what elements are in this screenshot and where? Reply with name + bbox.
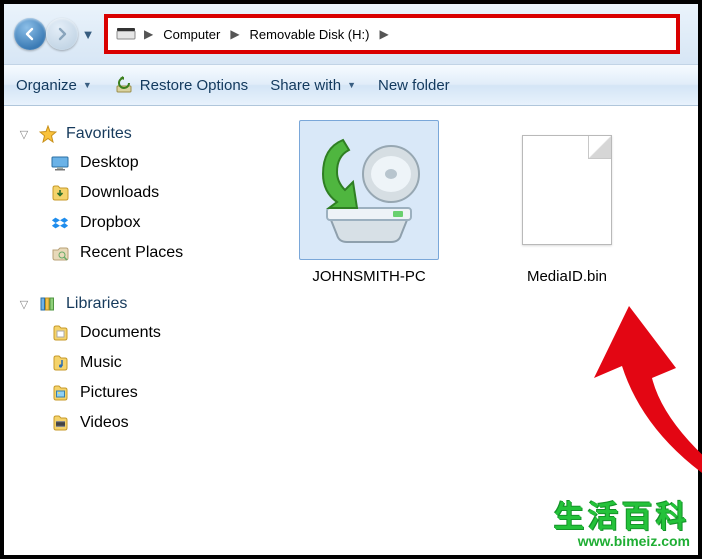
annotation-arrow: [594, 306, 702, 536]
navigation-pane: ▽ Favorites Desktop Downloads Dropbox Re…: [4, 106, 274, 555]
backup-drive-icon: [299, 120, 439, 260]
sidebar-item-label: Dropbox: [80, 214, 140, 232]
collapse-icon[interactable]: ▽: [18, 128, 30, 141]
favorites-label: Favorites: [66, 125, 132, 143]
organize-label: Organize: [16, 77, 77, 94]
file-item-mediaid[interactable]: MediaID.bin: [482, 120, 652, 286]
sidebar-item-label: Videos: [80, 414, 129, 432]
file-icon: [497, 120, 637, 260]
breadcrumb-computer[interactable]: Computer: [159, 25, 224, 44]
new-folder-label: New folder: [378, 77, 450, 94]
chevron-down-icon: ▼: [83, 80, 92, 90]
back-button[interactable]: [14, 18, 46, 50]
restore-icon: [114, 75, 134, 95]
restore-options-button[interactable]: Restore Options: [114, 75, 248, 95]
breadcrumb-separator[interactable]: ▶: [138, 27, 159, 41]
file-item-backup-folder[interactable]: JOHNSMITH-PC: [284, 120, 454, 286]
address-bar[interactable]: ▶ Computer ▶ Removable Disk (H:) ▶: [104, 14, 680, 54]
pictures-icon: [50, 383, 70, 403]
file-view[interactable]: JOHNSMITH-PC MediaID.bin: [274, 106, 698, 555]
sidebar-item-documents[interactable]: Documents: [16, 318, 268, 348]
file-label: MediaID.bin: [482, 268, 652, 286]
dropbox-icon: [50, 213, 70, 233]
chevron-down-icon: ▼: [347, 80, 356, 90]
sidebar-item-label: Documents: [80, 324, 161, 342]
sidebar-item-label: Downloads: [80, 184, 159, 202]
favorites-header[interactable]: ▽ Favorites: [16, 120, 268, 148]
organize-menu[interactable]: Organize ▼: [16, 77, 92, 94]
sidebar-item-recent-places[interactable]: Recent Places: [16, 238, 268, 268]
command-bar: Organize ▼ Restore Options Share with ▼ …: [4, 64, 698, 106]
nav-history-dropdown[interactable]: ▼: [80, 24, 96, 44]
navigation-bar: ▼ ▶ Computer ▶ Removable Disk (H:) ▶: [4, 4, 698, 64]
main-area: ▽ Favorites Desktop Downloads Dropbox Re…: [4, 106, 698, 555]
desktop-icon: [50, 153, 70, 173]
restore-label: Restore Options: [140, 77, 248, 94]
new-folder-button[interactable]: New folder: [378, 77, 450, 94]
sidebar-item-label: Pictures: [80, 384, 138, 402]
videos-icon: [50, 413, 70, 433]
breadcrumb-location[interactable]: Removable Disk (H:): [246, 25, 374, 44]
sidebar-item-label: Desktop: [80, 154, 139, 172]
sidebar-item-label: Music: [80, 354, 122, 372]
breadcrumb-separator[interactable]: ▶: [224, 27, 245, 41]
sidebar-item-pictures[interactable]: Pictures: [16, 378, 268, 408]
libraries-header[interactable]: ▽ Libraries: [16, 290, 268, 318]
sidebar-item-desktop[interactable]: Desktop: [16, 148, 268, 178]
music-icon: [50, 353, 70, 373]
sidebar-item-dropbox[interactable]: Dropbox: [16, 208, 268, 238]
file-label: JOHNSMITH-PC: [284, 268, 454, 286]
share-label: Share with: [270, 77, 341, 94]
sidebar-item-label: Recent Places: [80, 244, 183, 262]
libraries-icon: [38, 294, 58, 314]
documents-icon: [50, 323, 70, 343]
libraries-label: Libraries: [66, 295, 127, 313]
sidebar-item-videos[interactable]: Videos: [16, 408, 268, 438]
star-icon: [38, 124, 58, 144]
forward-button[interactable]: [46, 18, 78, 50]
sidebar-item-downloads[interactable]: Downloads: [16, 178, 268, 208]
breadcrumb-separator[interactable]: ▶: [373, 27, 394, 41]
share-with-menu[interactable]: Share with ▼: [270, 77, 356, 94]
drive-icon: [116, 27, 138, 41]
sidebar-item-music[interactable]: Music: [16, 348, 268, 378]
collapse-icon[interactable]: ▽: [18, 298, 30, 311]
recent-places-icon: [50, 243, 70, 263]
downloads-icon: [50, 183, 70, 203]
